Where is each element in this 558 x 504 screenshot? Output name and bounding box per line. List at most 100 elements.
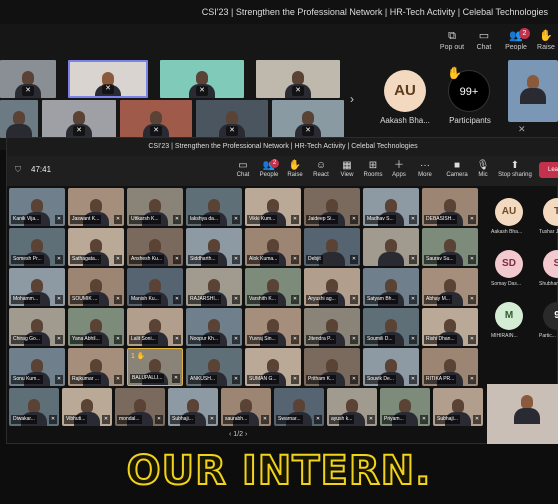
participant-avatar[interactable]: S: [543, 250, 558, 278]
participant-tile[interactable]: Sonu Kum... ✕: [9, 348, 65, 386]
mic-muted-icon: ✕: [102, 415, 110, 424]
stop-sharing-button[interactable]: ⬆ Stop sharing: [497, 159, 533, 178]
participant-tile[interactable]: Kanik Vija... ✕: [9, 188, 65, 226]
participant-tile[interactable]: Uttkarsh K... ✕: [127, 188, 183, 226]
participant-name: Sonu Kum...: [11, 375, 43, 384]
next-page-icon[interactable]: ›: [245, 431, 247, 438]
participant-name: Somesh Pr...: [11, 255, 44, 264]
participant-tile[interactable]: ANKUSH... ✕: [186, 348, 242, 386]
participant-tile[interactable]: RAJARSHI... ✕: [186, 268, 242, 306]
participant-name: Somay Das...: [491, 281, 522, 287]
participant-tile[interactable]: Swarnar... ✕: [274, 388, 324, 426]
participant-tile[interactable]: Souvik De... ✕: [363, 348, 419, 386]
participant-tile[interactable]: saurabh... ✕: [221, 388, 271, 426]
participant-tile[interactable]: Yuvraj Sin... ✕: [245, 308, 301, 346]
mic-muted-icon: ✕: [232, 295, 240, 304]
participant-tile[interactable]: Subhaji... ✕: [168, 388, 218, 426]
participant-tile[interactable]: Sathagata... ✕: [68, 228, 124, 266]
close-icon[interactable]: ✕: [518, 124, 526, 135]
participant-tile[interactable]: Jaswant K... ✕: [68, 188, 124, 226]
react-button[interactable]: ☺ React: [307, 159, 335, 178]
participant-name: Jitendra P...: [306, 335, 337, 344]
apps-button[interactable]: ＋ Apps: [385, 159, 413, 178]
raise-hand-icon: ✋: [288, 160, 302, 171]
participant-tile[interactable]: Varshith K... ✕: [245, 268, 301, 306]
mic-muted-icon: ✕: [261, 415, 269, 424]
participant-name: Rishi Dhan...: [424, 335, 457, 344]
participant-tile[interactable]: Jaideep Si... ✕: [304, 188, 360, 226]
next-page-arrow-icon[interactable]: ›: [350, 92, 354, 106]
grid-pager[interactable]: ‹ 1/2 ›: [229, 431, 247, 438]
participant-tile[interactable]: Lalit Soni... ✕: [127, 308, 183, 346]
video-tile: ✕: [196, 100, 268, 138]
participant-tile[interactable]: ✕: [363, 228, 419, 266]
mic-muted-icon: ✕: [409, 335, 417, 344]
raise-button[interactable]: ✋ Raise: [526, 28, 558, 56]
participant-tile[interactable]: Vibhuti... ✕: [62, 388, 112, 426]
participant-tile[interactable]: Aryushi ag... ✕: [304, 268, 360, 306]
participant-tile[interactable]: Subhaji... ✕: [433, 388, 483, 426]
mic-muted-icon: ✕: [291, 215, 299, 224]
participant-tile[interactable]: BALUPALLI... ✕ 1 ✋: [127, 348, 183, 386]
leave-button[interactable]: Leav: [539, 162, 558, 178]
participant-tile[interactable]: Mohamm... ✕: [9, 268, 65, 306]
participant-tile[interactable]: Debjit ✕: [304, 228, 360, 266]
participant-tile[interactable]: ayush k... ✕: [327, 388, 377, 426]
people-button[interactable]: 👥 People 2: [255, 159, 283, 178]
participant-tile[interactable]: Priyam... ✕: [380, 388, 430, 426]
participant-avatar[interactable]: M: [495, 302, 523, 330]
participant-tile[interactable]: RITIKA PR... ✕: [422, 348, 478, 386]
participant-tile[interactable]: Saurav Su... ✕: [422, 228, 478, 266]
participant-tile[interactable]: Manish Ku... ✕: [127, 268, 183, 306]
participant-tile[interactable]: Pritham K... ✕: [304, 348, 360, 386]
self-video-preview: [508, 60, 558, 122]
participant-tile[interactable]: Rishi Dhan... ✕: [422, 308, 478, 346]
participant-avatar[interactable]: SD: [495, 250, 523, 278]
participant-tile[interactable]: Satyam Bh... ✕: [363, 268, 419, 306]
participant-tile[interactable]: Yana Abhil... ✕: [68, 308, 124, 346]
participant-name: BALUPALLI...: [130, 374, 165, 383]
camera-button[interactable]: ■ Camera: [443, 159, 471, 178]
participant-tile[interactable]: Somesh Pr... ✕: [9, 228, 65, 266]
participant-tile[interactable]: lakshya da... ✕: [186, 188, 242, 226]
video-grid: Kanik Vija... ✕ Jaswant K... ✕ Uttkarsh K...…: [9, 188, 483, 428]
participant-tile[interactable]: SUMAN G... ✕: [245, 348, 301, 386]
raise-button[interactable]: ✋ Raise: [281, 159, 309, 178]
participant-tile[interactable]: DEBASISH... ✕: [422, 188, 478, 226]
participant-tile[interactable]: Chirag Go... ✕: [9, 308, 65, 346]
participant-tile[interactable]: Jitendra P... ✕: [304, 308, 360, 346]
chat-button[interactable]: ▭ Chat: [229, 159, 257, 178]
rooms-button[interactable]: ⊞ Rooms: [359, 159, 387, 178]
mic-muted-icon: ✕: [173, 335, 181, 344]
more-button[interactable]: ··· More: [411, 159, 439, 178]
video-tile: ✕: [256, 60, 340, 98]
participant-tile[interactable]: Diwakar... ✕: [9, 388, 59, 426]
participant-name: Abhay M...: [424, 295, 452, 304]
participant-tile[interactable]: Soumili D... ✕: [363, 308, 419, 346]
participant-tile[interactable]: Noopur Kh... ✕: [186, 308, 242, 346]
mic-muted-icon: ✕: [409, 215, 417, 224]
mic-muted-icon: ✕: [55, 335, 63, 344]
participant-tile[interactable]: Abhay M... ✕: [422, 268, 478, 306]
participant-avatar[interactable]: AU: [495, 198, 523, 226]
participant-tile[interactable]: mondal... ✕: [115, 388, 165, 426]
participant-tile[interactable]: Vikki Kum... ✕: [245, 188, 301, 226]
mic-muted-icon: ✕: [55, 295, 63, 304]
participant-name: Manish Ku...: [129, 295, 161, 304]
participant-tile[interactable]: Anshesh Ku... ✕: [127, 228, 183, 266]
participant-name: Rajkumar ...: [70, 375, 101, 384]
prev-page-icon[interactable]: ‹: [229, 431, 231, 438]
participant-tile[interactable]: Alok Kuma... ✕: [245, 228, 301, 266]
mic-button[interactable]: 🎙 Mic: [469, 159, 497, 178]
view-button[interactable]: ▦ View: [333, 159, 361, 178]
participant-avatar[interactable]: T: [543, 198, 558, 226]
mic-muted-icon: ✕: [173, 255, 181, 264]
button-label: Chat: [476, 44, 492, 51]
participant-tile[interactable]: SOUMIK ... ✕: [68, 268, 124, 306]
mic-muted-icon: ✕: [55, 255, 63, 264]
participant-avatar[interactable]: 9: [543, 302, 558, 330]
participant-tile[interactable]: Rajkumar ... ✕: [68, 348, 124, 386]
participant-name: Alok Kuma...: [247, 255, 280, 264]
participant-tile[interactable]: Madhav S... ✕: [363, 188, 419, 226]
participant-tile[interactable]: Siddharth... ✕: [186, 228, 242, 266]
